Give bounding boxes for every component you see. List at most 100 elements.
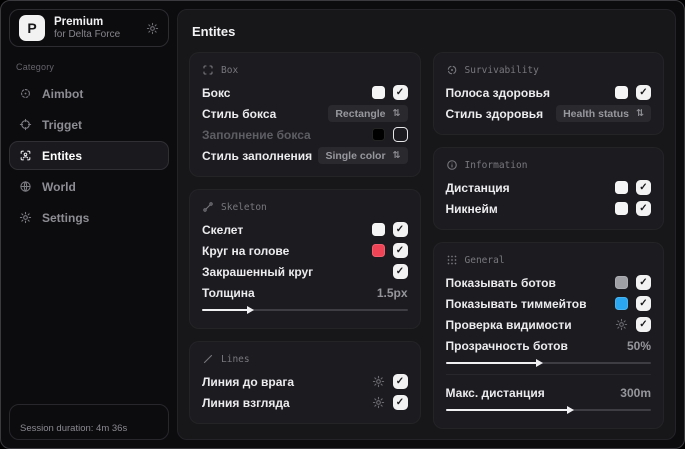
gear-icon[interactable] [372, 375, 385, 388]
setting-label: Прозрачность ботов [445, 338, 568, 353]
slider-label-row: Прозрачность ботов 50% [446, 335, 652, 356]
color-swatch[interactable] [615, 202, 628, 215]
color-swatch[interactable] [371, 244, 385, 257]
panel-title: Lines [221, 353, 250, 365]
color-swatch[interactable] [615, 276, 628, 289]
sidebar-item-aimbot[interactable]: Aimbot [9, 79, 169, 108]
sidebar-item-settings[interactable]: Settings [9, 203, 169, 232]
checkbox[interactable]: ✓ [392, 85, 408, 100]
box-panel: Box Бокс ✓ Стиль бокса Rectangle ⇅ Запол… [189, 52, 421, 177]
setting-label: Показывать ботов [445, 275, 556, 290]
setting-row: Полоса здоровья ✓ [445, 82, 651, 103]
setting-row: Стиль заполнения Single color ⇅ [202, 145, 408, 166]
color-swatch[interactable] [371, 223, 385, 236]
setting-row: Дистанция ✓ [445, 177, 651, 198]
panel-title: Skeleton [221, 201, 267, 213]
slider-thumb[interactable] [566, 405, 574, 414]
setting-label: Проверка видимости [445, 317, 572, 332]
circle-dot-icon [446, 64, 458, 76]
color-swatch[interactable] [371, 86, 385, 99]
sidebar: P Premium for Delta Force Category Aimbo… [1, 1, 177, 448]
fill-style-select[interactable]: Single color ⇅ [318, 147, 408, 164]
brand-title: Premium [54, 15, 104, 28]
thickness-slider[interactable] [202, 304, 408, 315]
person-scan-icon [19, 149, 32, 162]
line-icon [202, 353, 214, 365]
sidebar-item-world[interactable]: World [9, 172, 169, 201]
slider-fill [445, 408, 569, 411]
information-panel-header: Information [446, 159, 652, 171]
brand-logo: P [19, 15, 45, 41]
setting-row: Линия до врага ✓ [202, 371, 408, 392]
brand-subtitle: for Delta Force [54, 28, 121, 40]
slider-thumb[interactable] [535, 358, 543, 367]
app-window: P Premium for Delta Force Category Aimbo… [0, 0, 685, 449]
setting-row: Круг на голове ✓ [202, 240, 408, 261]
setting-label: Линия взгляда [202, 395, 290, 410]
setting-row: Бокс ✓ [202, 82, 408, 103]
skeleton-panel-header: Skeleton [202, 201, 408, 213]
setting-row: Скелет ✓ [202, 219, 408, 240]
max-distance-slider[interactable] [445, 404, 651, 415]
checkbox[interactable]: ✓ [392, 264, 408, 279]
setting-label: Стиль бокса [202, 106, 277, 121]
select-value: Health status [563, 107, 630, 120]
scan-box-icon [202, 64, 214, 76]
setting-label: Показывать тиммейтов [445, 296, 587, 311]
checkbox[interactable]: ✓ [636, 180, 651, 195]
checkbox[interactable]: ✓ [636, 296, 651, 311]
information-panel: Information Дистанция ✓ Никнейм ✓ [432, 147, 664, 230]
bone-icon [202, 201, 214, 213]
setting-label: Стиль здоровья [445, 106, 544, 121]
sidebar-item-entites[interactable]: Entites [9, 141, 169, 170]
slider-value: 1.5px [376, 285, 408, 300]
category-label: Category [16, 62, 55, 72]
select-value: Single color [325, 149, 386, 162]
sidebar-item-label: Trigget [42, 117, 83, 132]
survivability-panel-header: Survivability [446, 64, 652, 76]
checkbox[interactable]: ✓ [636, 317, 651, 332]
slider-thumb[interactable] [247, 305, 255, 314]
setting-row: Линия взгляда ✓ [202, 392, 408, 413]
general-panel: General Показывать ботов ✓ Показывать ти… [432, 242, 664, 429]
general-panel-header: General [446, 254, 652, 266]
setting-label: Полоса здоровья [445, 85, 550, 100]
setting-label: Линия до врага [202, 374, 295, 389]
lines-panel: Lines Линия до врага ✓ Линия взгляда ✓ [189, 341, 421, 424]
sidebar-item-label: Settings [42, 210, 90, 225]
bot-opacity-slider[interactable] [445, 357, 651, 368]
box-style-select[interactable]: Rectangle ⇅ [328, 105, 408, 122]
setting-label: Круг на голове [202, 243, 290, 258]
sidebar-item-label: World [42, 179, 76, 194]
checkbox[interactable]: ✓ [636, 201, 651, 216]
setting-label: Никнейм [445, 201, 498, 216]
checkbox[interactable]: ✓ [392, 243, 408, 258]
setting-row: Закрашенный круг ✓ [202, 261, 408, 282]
color-swatch[interactable] [615, 86, 628, 99]
color-swatch[interactable] [615, 181, 628, 194]
checkbox[interactable]: ✓ [392, 395, 408, 410]
gear-icon[interactable] [146, 22, 159, 35]
color-swatch[interactable] [371, 128, 385, 141]
dots-grid-icon [446, 254, 458, 266]
panel-title: Survivability [464, 64, 539, 76]
sidebar-item-trigget[interactable]: Trigget [9, 110, 169, 139]
slider-value: 300m [620, 385, 651, 400]
gear-icon[interactable] [372, 396, 385, 409]
checkbox[interactable]: ✓ [636, 275, 651, 290]
health-style-select[interactable]: Health status ⇅ [556, 105, 651, 122]
slider-label-row: Макс. дистанция 300m [446, 382, 652, 403]
setting-label: Стиль заполнения [202, 148, 313, 163]
checkbox[interactable]: ✓ [392, 374, 408, 389]
target-icon [19, 118, 32, 131]
box-panel-header: Box [202, 64, 408, 76]
survivability-panel: Survivability Полоса здоровья ✓ Стиль зд… [432, 52, 664, 135]
sidebar-item-label: Entites [42, 148, 83, 163]
checkbox[interactable] [392, 127, 408, 142]
color-swatch[interactable] [615, 297, 628, 310]
checkbox[interactable]: ✓ [392, 222, 408, 237]
gear-icon[interactable] [615, 318, 628, 331]
panel-title: Information [464, 159, 528, 171]
setting-label: Дистанция [445, 180, 510, 195]
checkbox[interactable]: ✓ [636, 85, 651, 100]
